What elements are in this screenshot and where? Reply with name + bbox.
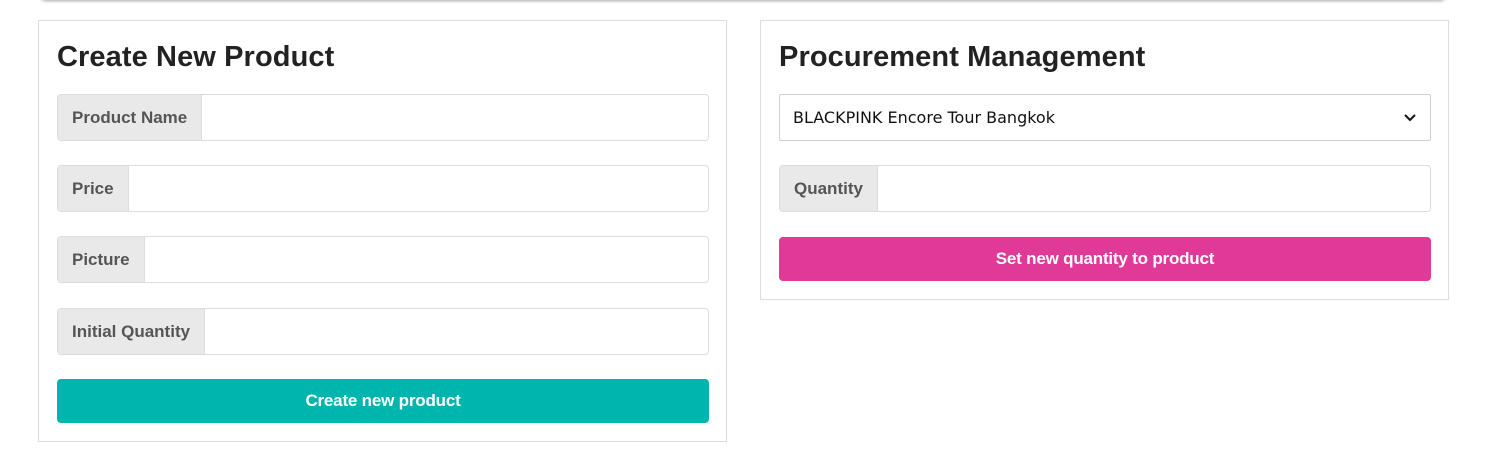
product-name-input[interactable] (202, 95, 708, 140)
product-name-label: Product Name (58, 95, 203, 140)
product-select[interactable]: BLACKPINK Encore Tour Bangkok (779, 94, 1431, 141)
product-select-value: BLACKPINK Encore Tour Bangkok (793, 108, 1055, 127)
picture-input[interactable] (144, 237, 708, 282)
quantity-group: Quantity (779, 165, 1431, 212)
create-product-panel: Create New Product Product Name Price Pi… (38, 20, 727, 442)
price-group: Price (57, 165, 709, 212)
chevron-down-icon (1403, 111, 1417, 125)
picture-label: Picture (58, 237, 145, 282)
create-product-title: Create New Product (57, 41, 335, 73)
picture-group: Picture (57, 236, 709, 283)
initial-quantity-label: Initial Quantity (58, 309, 206, 354)
procurement-panel: Procurement Management BLACKPINK Encore … (760, 20, 1449, 300)
procurement-title: Procurement Management (779, 41, 1146, 73)
product-name-group: Product Name (57, 94, 709, 141)
set-quantity-button[interactable]: Set new quantity to product (779, 237, 1431, 281)
price-input[interactable] (128, 166, 708, 211)
create-new-product-button[interactable]: Create new product (57, 379, 709, 423)
initial-quantity-input[interactable] (205, 309, 708, 354)
quantity-input[interactable] (877, 166, 1430, 211)
quantity-label: Quantity (780, 166, 878, 211)
price-label: Price (58, 166, 129, 211)
initial-quantity-group: Initial Quantity (57, 308, 709, 355)
